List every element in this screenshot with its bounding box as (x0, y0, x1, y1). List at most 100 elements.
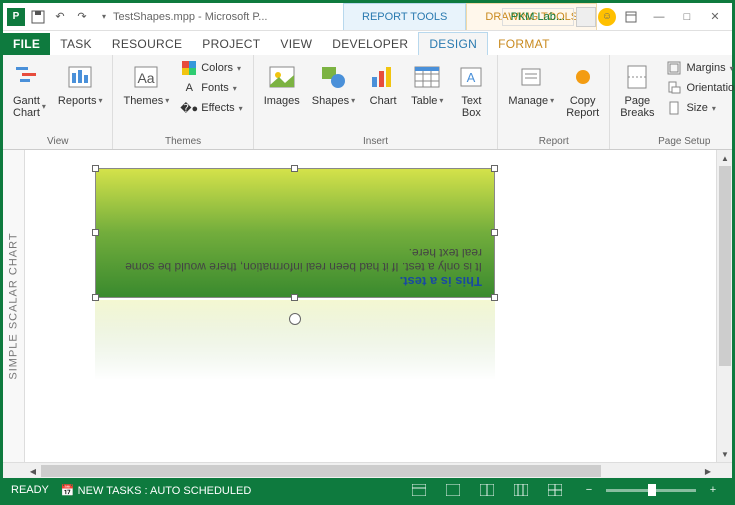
scroll-up-arrow[interactable]: ▲ (717, 150, 732, 166)
reports-icon (64, 61, 96, 93)
scroll-down-arrow[interactable]: ▼ (717, 446, 732, 462)
gantt-chart-label: Gantt Chart (13, 95, 40, 119)
tab-view[interactable]: VIEW (270, 33, 322, 55)
ribbon-group-page-setup: Page Breaks Margins▾ Orientation▾ Size▾ … (610, 55, 735, 149)
effects-button[interactable]: �●Effects▾ (177, 99, 246, 117)
shapes-button[interactable]: Shapes▾ (308, 59, 359, 109)
app-window: P ↶ ↷ ▾ TestShapes.mpp - Microsoft P... … (0, 0, 735, 505)
textbox-label: Text Box (461, 95, 481, 119)
resize-handle-ml[interactable] (92, 229, 99, 236)
tab-file[interactable]: FILE (3, 33, 50, 55)
scroll-left-arrow[interactable]: ◀ (25, 463, 41, 479)
svg-text:Aa: Aa (138, 70, 155, 86)
zoom-thumb[interactable] (648, 484, 656, 496)
ribbon-group-themes: Aa Themes▾ Colors▾ AFonts▾ �●Effects▾ Th… (113, 55, 253, 149)
page-breaks-icon (621, 61, 653, 93)
zoom-slider[interactable] (606, 489, 696, 492)
view-shortcut-2[interactable] (442, 481, 464, 499)
scroll-thumb-h[interactable] (41, 465, 601, 477)
resize-handle-bm[interactable] (291, 294, 298, 301)
zoom-out-button[interactable]: − (578, 481, 600, 499)
page-breaks-button[interactable]: Page Breaks (616, 59, 658, 121)
qat-customize-dropdown[interactable]: ▾ (95, 8, 113, 26)
reports-label: Reports (58, 95, 97, 107)
resize-handle-br[interactable] (491, 294, 498, 301)
qat-save-button[interactable] (29, 8, 47, 26)
account-label[interactable]: PKM Lab... (502, 8, 574, 26)
themes-icon: Aa (130, 61, 162, 93)
statusbar: READY 📅 NEW TASKS : AUTO SCHEDULED − + (3, 478, 732, 502)
colors-button[interactable]: Colors▾ (177, 59, 246, 77)
maximize-button[interactable]: □ (674, 7, 700, 27)
ribbon-group-view: Gantt Chart▾ Reports▾ View (3, 55, 113, 149)
size-icon (666, 100, 682, 116)
tab-design[interactable]: DESIGN (418, 32, 488, 55)
chart-button[interactable]: Chart (363, 59, 403, 109)
copy-report-icon (567, 61, 599, 93)
chart-label: Chart (370, 95, 397, 107)
resize-handle-tm[interactable] (291, 165, 298, 172)
gantt-chart-icon (13, 61, 45, 93)
shapes-label: Shapes (312, 95, 349, 107)
horizontal-scrollbar-wrap: ◀ ▶ (3, 462, 732, 478)
rotate-handle[interactable] (289, 313, 301, 325)
gantt-chart-button[interactable]: Gantt Chart▾ (9, 59, 50, 121)
view-shortcut-1[interactable] (408, 481, 430, 499)
minimize-button[interactable]: — (646, 7, 672, 27)
manage-label: Manage (508, 95, 548, 107)
feedback-smiley-icon[interactable]: ☺ (598, 8, 616, 26)
shape-body-text: It is only a test. If it had been real i… (108, 246, 482, 274)
view-shortcut-5[interactable] (544, 481, 566, 499)
zoom-in-button[interactable]: + (702, 481, 724, 499)
group-label-page-setup: Page Setup (658, 135, 710, 147)
svg-text:A: A (467, 70, 476, 85)
view-shortcut-3[interactable] (476, 481, 498, 499)
scroll-thumb-v[interactable] (719, 166, 731, 366)
copy-report-button[interactable]: Copy Report (562, 59, 603, 121)
resize-handle-tl[interactable] (92, 165, 99, 172)
themes-button[interactable]: Aa Themes▾ (119, 59, 173, 109)
avatar[interactable] (576, 7, 596, 27)
manage-button[interactable]: Manage▾ (504, 59, 558, 109)
size-button[interactable]: Size▾ (662, 99, 735, 117)
horizontal-scrollbar[interactable]: ◀ ▶ (25, 463, 716, 478)
fonts-button[interactable]: AFonts▾ (177, 79, 246, 97)
qat-redo-button[interactable]: ↷ (73, 8, 91, 26)
orientation-button[interactable]: Orientation▾ (662, 79, 735, 97)
page-breaks-label: Page Breaks (620, 95, 654, 119)
status-newtasks[interactable]: 📅 NEW TASKS : AUTO SCHEDULED (61, 484, 251, 497)
fonts-icon: A (181, 80, 197, 96)
qat-undo-button[interactable]: ↶ (51, 8, 69, 26)
tab-developer[interactable]: DEVELOPER (322, 33, 418, 55)
resize-handle-tr[interactable] (491, 165, 498, 172)
vertical-scrollbar[interactable]: ▲ ▼ (716, 150, 732, 462)
table-button[interactable]: Table▾ (407, 59, 447, 109)
ribbon-group-insert: Images Shapes▾ Chart Table▾ A Text Box (254, 55, 499, 149)
resize-handle-bl[interactable] (92, 294, 99, 301)
images-label: Images (264, 95, 300, 107)
window-title: TestShapes.mpp - Microsoft P... (113, 11, 267, 23)
margins-icon (666, 60, 682, 76)
images-button[interactable]: Images (260, 59, 304, 109)
ribbon-options-button[interactable] (618, 7, 644, 27)
ribbon-group-report: Manage▾ Copy Report Report (498, 55, 610, 149)
report-canvas[interactable]: This is a test. It is only a test. If it… (25, 150, 716, 462)
selected-shape[interactable]: This is a test. It is only a test. If it… (95, 168, 495, 298)
textbox-button[interactable]: A Text Box (451, 59, 491, 121)
orientation-icon (666, 80, 682, 96)
reports-button[interactable]: Reports▾ (54, 59, 107, 109)
margins-button[interactable]: Margins▾ (662, 59, 735, 77)
scroll-right-arrow[interactable]: ▶ (700, 463, 716, 479)
shapes-icon (317, 61, 349, 93)
close-button[interactable]: ✕ (702, 7, 728, 27)
resize-handle-mr[interactable] (491, 229, 498, 236)
context-tab-report-tools[interactable]: REPORT TOOLS (343, 3, 466, 30)
side-panel-title[interactable]: SIMPLE SCALAR CHART (3, 150, 25, 462)
tab-project[interactable]: PROJECT (192, 33, 270, 55)
view-shortcut-4[interactable] (510, 481, 532, 499)
tab-format[interactable]: FORMAT (488, 33, 560, 55)
tab-task[interactable]: TASK (50, 33, 102, 55)
images-icon (266, 61, 298, 93)
tab-resource[interactable]: RESOURCE (102, 33, 192, 55)
textbox-icon: A (455, 61, 487, 93)
